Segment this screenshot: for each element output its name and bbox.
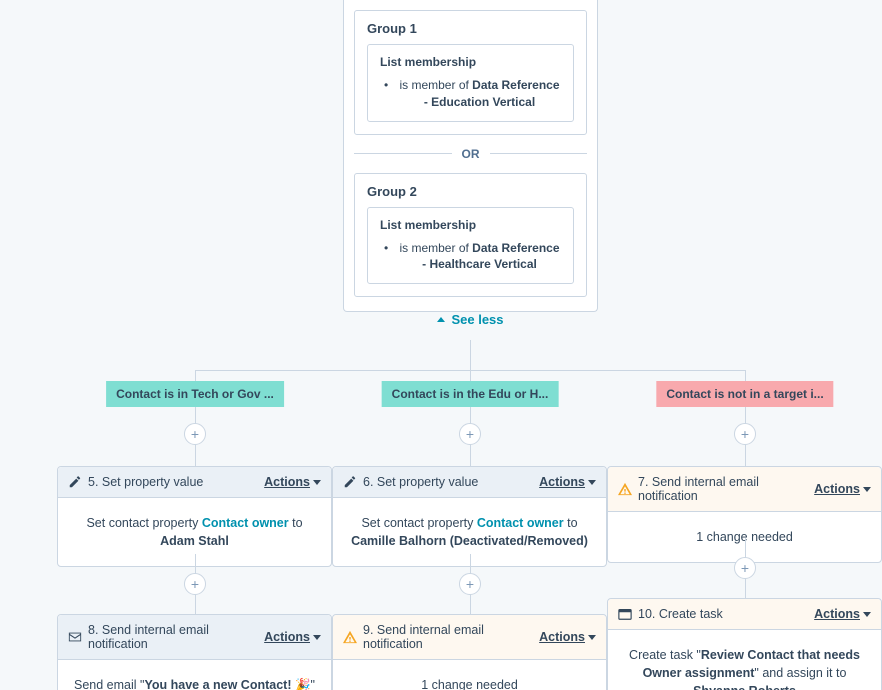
caret-down-icon bbox=[588, 635, 596, 640]
connector bbox=[470, 340, 471, 370]
condition-prefix: is member of bbox=[399, 241, 472, 255]
filter-groups-card[interactable]: Group 1 List membership is member of Dat… bbox=[343, 0, 598, 312]
branch-label-not-target[interactable]: Contact is not in a target i... bbox=[656, 381, 833, 407]
step-10-card[interactable]: 10. Create task Actions Create task "Rev… bbox=[607, 598, 882, 690]
step-6-title: 6. Set property value bbox=[363, 475, 533, 489]
caret-down-icon bbox=[863, 487, 871, 492]
task-assignee: Shyanne Roberts bbox=[693, 684, 796, 690]
list-membership-label: List membership bbox=[380, 218, 561, 232]
step-9-actions[interactable]: Actions bbox=[539, 630, 596, 644]
step-8-body: Send email "You have a new Contact! 🎉" t… bbox=[58, 660, 331, 690]
condition-prefix: is member of bbox=[399, 78, 472, 92]
step-9-card[interactable]: 9. Send internal email notification Acti… bbox=[332, 614, 607, 690]
step-6-header: 6. Set property value Actions bbox=[333, 467, 606, 498]
add-action-button[interactable]: + bbox=[734, 557, 756, 579]
step-8-header: 8. Send internal email notification Acti… bbox=[58, 615, 331, 660]
email-subject: You have a new Contact! 🎉 bbox=[144, 678, 310, 690]
group-1-filter[interactable]: List membership is member of Data Refere… bbox=[367, 44, 574, 122]
step-8-title: 8. Send internal email notification bbox=[88, 623, 258, 651]
chevron-up-icon bbox=[437, 317, 445, 322]
group-2[interactable]: Group 2 List membership is member of Dat… bbox=[354, 173, 587, 298]
caret-down-icon bbox=[863, 612, 871, 617]
group-2-filter[interactable]: List membership is member of Data Refere… bbox=[367, 207, 574, 285]
step-5-title: 5. Set property value bbox=[88, 475, 258, 489]
or-divider: OR bbox=[354, 147, 587, 161]
add-action-button[interactable]: + bbox=[459, 423, 481, 445]
step-7-title: 7. Send internal email notification bbox=[638, 475, 808, 503]
add-action-button[interactable]: + bbox=[184, 573, 206, 595]
step-8-card[interactable]: 8. Send internal email notification Acti… bbox=[57, 614, 332, 690]
step-9-header: 9. Send internal email notification Acti… bbox=[333, 615, 606, 660]
step-5-card[interactable]: 5. Set property value Actions Set contac… bbox=[57, 466, 332, 567]
step-7-actions[interactable]: Actions bbox=[814, 482, 871, 496]
property-link[interactable]: Contact owner bbox=[202, 516, 289, 530]
caret-down-icon bbox=[313, 480, 321, 485]
step-10-actions[interactable]: Actions bbox=[814, 607, 871, 621]
step-5-actions[interactable]: Actions bbox=[264, 475, 321, 489]
step-7-header: 7. Send internal email notification Acti… bbox=[608, 467, 881, 512]
or-label: OR bbox=[462, 147, 480, 161]
see-less-toggle[interactable]: See less bbox=[343, 312, 598, 327]
branch-label-tech-gov[interactable]: Contact is in Tech or Gov ... bbox=[106, 381, 284, 407]
edit-icon bbox=[68, 475, 82, 489]
owner-name: Camille Balhorn (Deactivated/Removed) bbox=[351, 534, 588, 548]
edit-icon bbox=[343, 475, 357, 489]
caret-down-icon bbox=[588, 480, 596, 485]
group-1[interactable]: Group 1 List membership is member of Dat… bbox=[354, 10, 587, 135]
add-action-button[interactable]: + bbox=[459, 573, 481, 595]
group-2-title: Group 2 bbox=[367, 184, 574, 199]
owner-name: Adam Stahl bbox=[160, 534, 229, 548]
see-less-label: See less bbox=[451, 312, 503, 327]
list-membership-label: List membership bbox=[380, 55, 561, 69]
group-2-condition: is member of Data Reference - Healthcare… bbox=[380, 240, 561, 274]
email-icon bbox=[68, 630, 82, 644]
group-1-condition: is member of Data Reference - Education … bbox=[380, 77, 561, 111]
step-10-body: Create task "Review Contact that needs O… bbox=[608, 630, 881, 690]
step-10-header: 10. Create task Actions bbox=[608, 599, 881, 630]
add-action-button[interactable]: + bbox=[184, 423, 206, 445]
see-less-toggle-wrap: See less bbox=[343, 312, 598, 327]
caret-down-icon bbox=[313, 635, 321, 640]
warning-icon bbox=[618, 482, 632, 496]
task-icon bbox=[618, 607, 632, 621]
step-9-title: 9. Send internal email notification bbox=[363, 623, 533, 651]
group-1-title: Group 1 bbox=[367, 21, 574, 36]
workflow-canvas: Group 1 List membership is member of Dat… bbox=[0, 0, 882, 690]
step-9-body: 1 change needed bbox=[333, 660, 606, 690]
warning-icon bbox=[343, 630, 357, 644]
step-5-header: 5. Set property value Actions bbox=[58, 467, 331, 498]
step-6-card[interactable]: 6. Set property value Actions Set contac… bbox=[332, 466, 607, 567]
branch-label-edu-hc[interactable]: Contact is in the Edu or H... bbox=[382, 381, 559, 407]
add-action-button[interactable]: + bbox=[734, 423, 756, 445]
property-link[interactable]: Contact owner bbox=[477, 516, 564, 530]
step-6-actions[interactable]: Actions bbox=[539, 475, 596, 489]
step-8-actions[interactable]: Actions bbox=[264, 630, 321, 644]
step-10-title: 10. Create task bbox=[638, 607, 808, 621]
